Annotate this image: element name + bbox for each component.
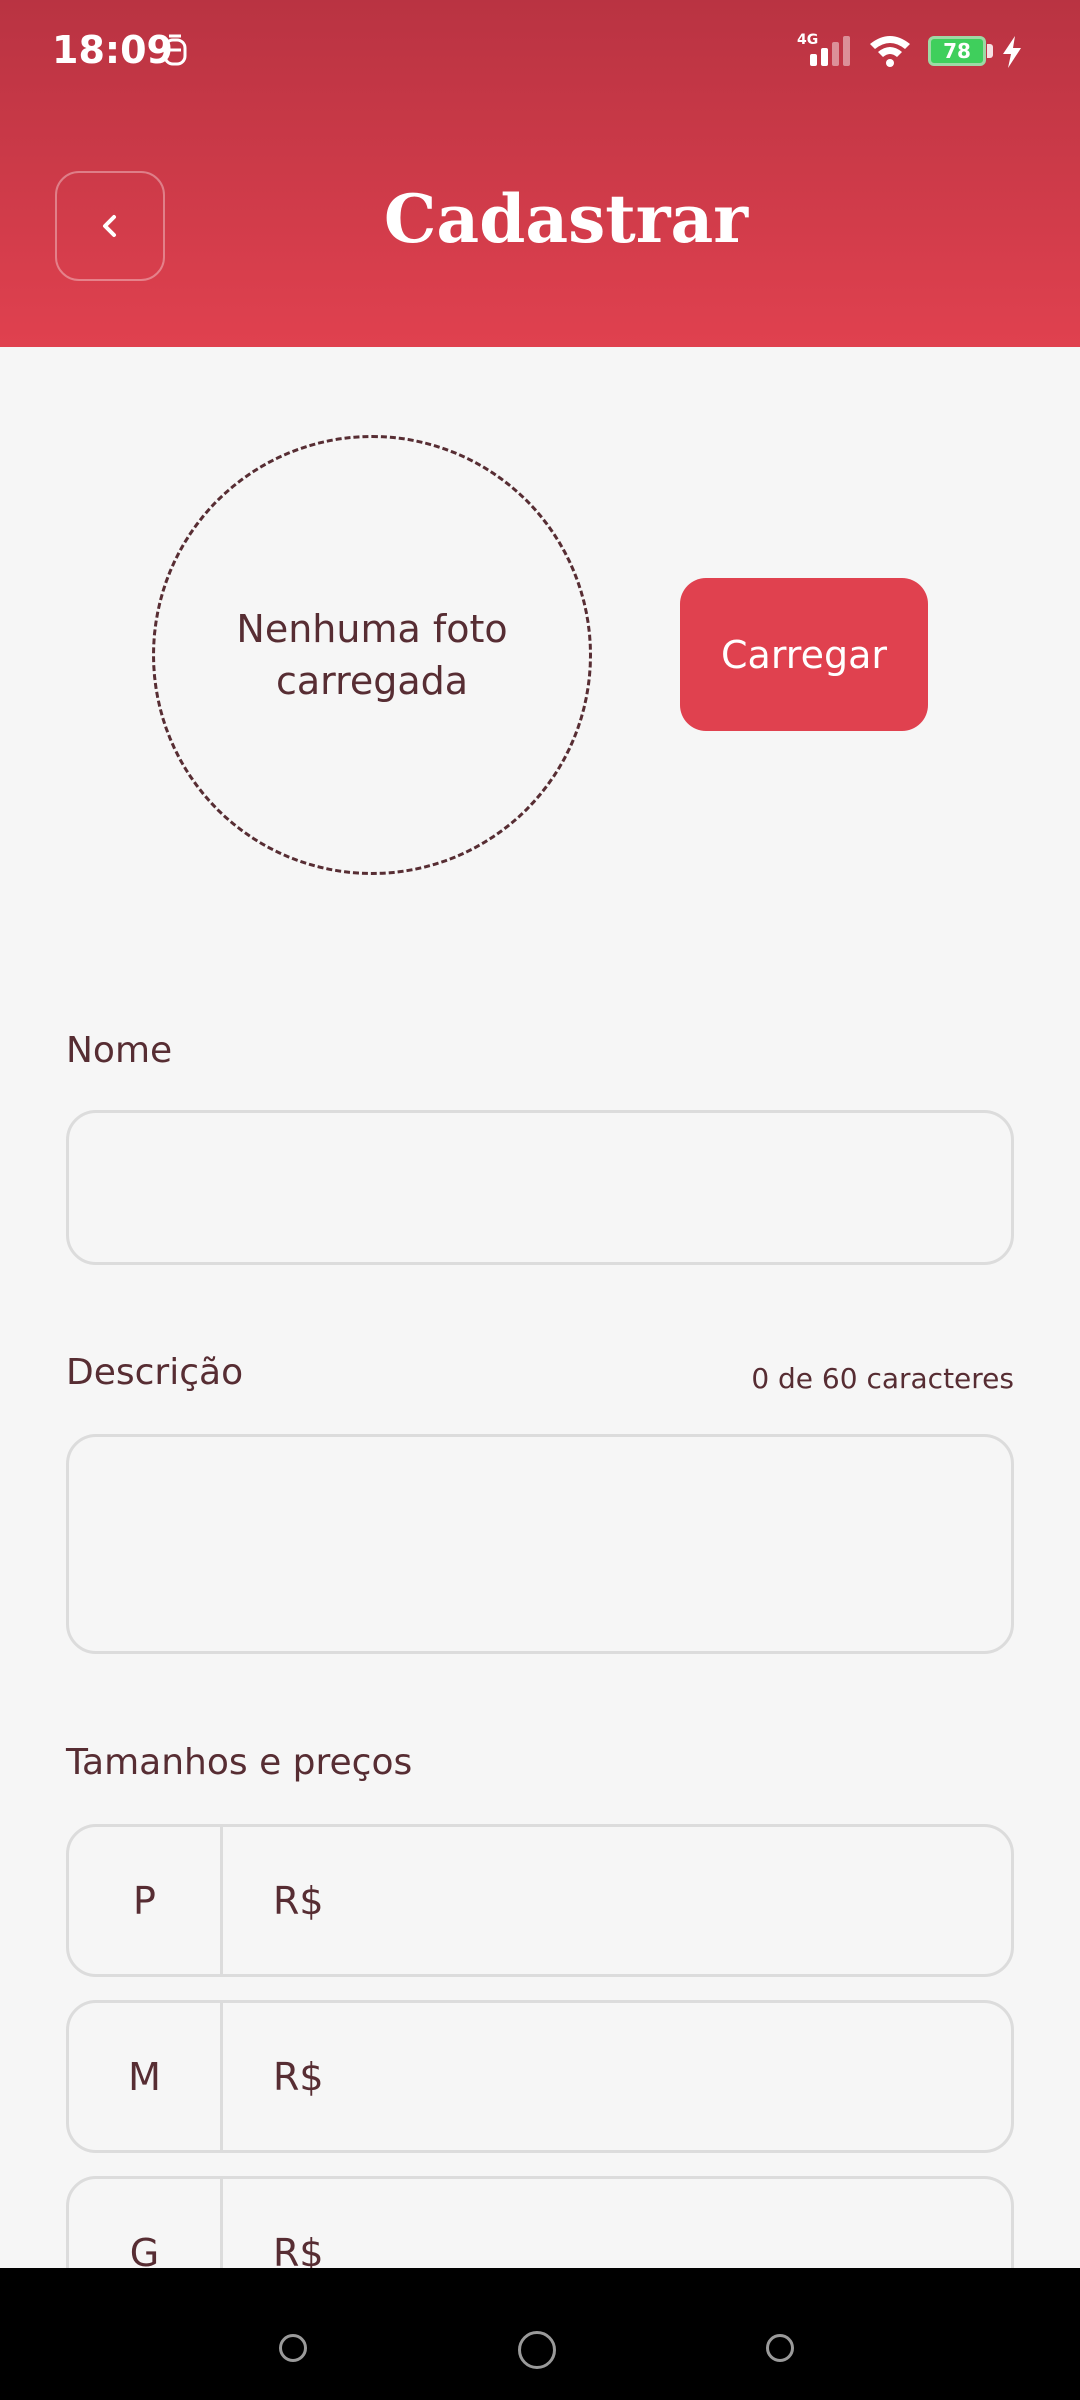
status-time: 18:09 [52,28,173,72]
battery-cap [987,44,993,58]
price-input-m[interactable]: R$ [223,2003,1011,2150]
size-row-p: P R$ [66,1824,1014,1977]
page-title: Cadastrar [383,180,749,258]
description-input[interactable] [66,1434,1014,1654]
nav-back-button[interactable] [766,2334,794,2362]
size-letter: M [69,2003,223,2150]
upload-photo-button[interactable]: Carregar [680,578,928,731]
app-header: 18:09 4G 78 Cadastrar [0,0,1080,347]
alarm-icon [163,34,187,66]
size-row-m: M R$ [66,2000,1014,2153]
nav-recents-button[interactable] [279,2334,307,2362]
description-counter: 0 de 60 caracteres [751,1362,1014,1395]
name-label: Nome [66,1030,173,1071]
nav-home-button[interactable] [518,2331,556,2369]
size-letter: P [69,1827,223,1974]
battery-level: 78 [943,39,971,63]
system-navigation-bar [0,2268,1080,2400]
signal-icon [810,36,850,66]
sizes-label: Tamanhos e preços [66,1742,413,1783]
price-input-p[interactable]: R$ [223,1827,1011,1974]
charging-icon [1003,36,1021,68]
photo-placeholder-text: Nenhuma foto carregada [236,607,508,703]
name-input[interactable] [66,1110,1014,1265]
description-label: Descrição [66,1352,244,1393]
photo-placeholder: Nenhuma foto carregada [152,435,592,875]
wifi-icon [870,36,910,67]
